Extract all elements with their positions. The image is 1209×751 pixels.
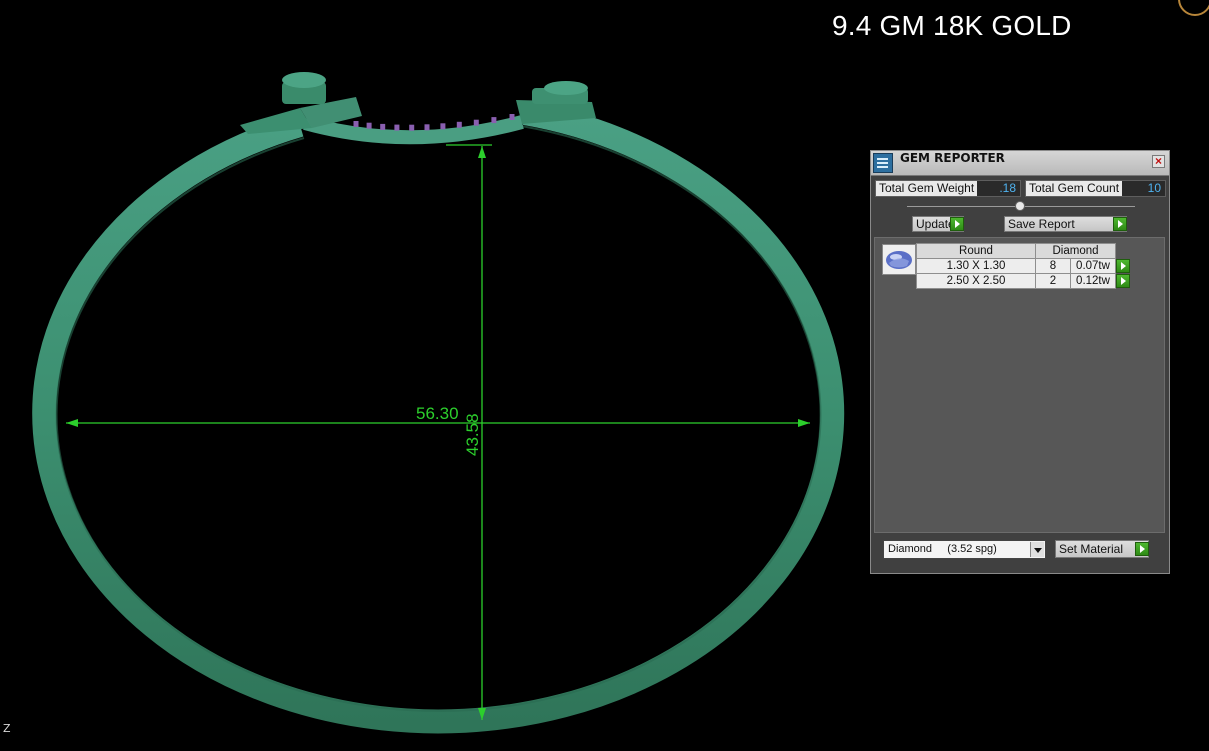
z-axis-label: Z	[3, 722, 11, 735]
update-button-label: Update	[916, 217, 955, 231]
gem-list-area: Round Diamond 1.30 X 1.30 8 0.07tw 2.50 …	[874, 237, 1165, 533]
gem-table-header: Round Diamond	[916, 243, 1133, 259]
dimension-width-label: 56.30	[416, 404, 459, 423]
total-gem-count-field: Total Gem Count 10	[1025, 180, 1166, 197]
update-button[interactable]: Update	[912, 216, 964, 232]
gem-reporter-logo-icon	[873, 153, 893, 173]
gem-size: 1.30 X 1.30	[916, 258, 1036, 274]
chevron-down-icon[interactable]	[1030, 542, 1044, 557]
viewport-title: 9.4 GM 18K GOLD	[832, 10, 1072, 41]
melee-gem	[473, 119, 479, 126]
melee-gem	[509, 114, 515, 120]
play-arrow-icon[interactable]	[1113, 217, 1127, 231]
gem-reporter-title: GEM REPORTER	[900, 151, 1005, 165]
round-gem-thumbnail[interactable]	[882, 244, 916, 275]
total-gem-weight-value: .18	[999, 181, 1016, 195]
gem-count: 8	[1035, 258, 1071, 274]
melee-gem	[353, 121, 359, 127]
melee-gem	[456, 121, 462, 128]
material-header: Diamond	[1035, 243, 1116, 259]
play-arrow-icon[interactable]	[1116, 259, 1130, 273]
gem-table: Round Diamond 1.30 X 1.30 8 0.07tw 2.50 …	[916, 243, 1133, 289]
shape-header: Round	[916, 243, 1036, 259]
melee-gem	[366, 122, 372, 129]
set-material-button-label: Set Material	[1059, 542, 1124, 556]
melee-gem	[394, 124, 400, 131]
save-report-button-label: Save Report	[1008, 217, 1075, 231]
melee-gem	[409, 124, 415, 131]
dimension-height-label: 43.58	[463, 413, 482, 456]
melee-gem	[440, 123, 446, 130]
melee-gem	[424, 124, 430, 131]
gem-size: 2.50 X 2.50	[916, 273, 1036, 289]
total-gem-weight-field: Total Gem Weight .18	[875, 180, 1021, 197]
set-material-button[interactable]: Set Material	[1055, 540, 1149, 558]
table-row[interactable]: 1.30 X 1.30 8 0.07tw	[916, 258, 1133, 274]
save-report-button[interactable]: Save Report	[1004, 216, 1127, 232]
play-arrow-icon[interactable]	[1116, 274, 1130, 288]
total-gem-count-label: Total Gem Count	[1026, 181, 1123, 196]
total-gem-count-value: 10	[1147, 181, 1161, 195]
gem-weight: 0.12tw	[1070, 273, 1116, 289]
gem-weight: 0.07tw	[1070, 258, 1116, 274]
play-arrow-icon[interactable]	[1135, 542, 1149, 556]
material-select-value: Diamond (3.52 spg)	[888, 543, 997, 555]
gem-count: 2	[1035, 273, 1071, 289]
melee-gem	[491, 117, 497, 124]
right-bezel-setting[interactable]	[516, 81, 596, 124]
table-row[interactable]: 2.50 X 2.50 2 0.12tw	[916, 273, 1133, 289]
gem-reporter-panel: GEM REPORTER × Total Gem Weight .18 Tota…	[870, 150, 1170, 574]
play-arrow-icon[interactable]	[950, 217, 964, 231]
total-gem-weight-label: Total Gem Weight	[876, 181, 978, 196]
close-icon[interactable]: ×	[1152, 155, 1165, 168]
material-select[interactable]: Diamond (3.52 spg)	[883, 540, 1046, 559]
collapse-knob-icon[interactable]	[1015, 201, 1025, 211]
gem-reporter-titlebar[interactable]: GEM REPORTER ×	[871, 151, 1169, 176]
melee-gem	[380, 123, 386, 130]
